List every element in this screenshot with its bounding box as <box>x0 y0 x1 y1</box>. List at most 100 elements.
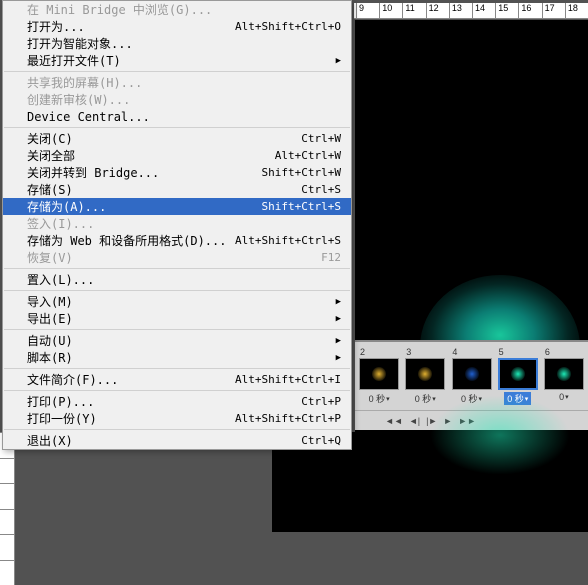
menu-separator <box>4 268 350 269</box>
menu-item-label: 打印(P)... <box>27 393 94 410</box>
frame-duration[interactable]: 0 秒 <box>369 392 390 405</box>
frame-number: 5 <box>497 347 504 357</box>
menu-item-label: 退出(X) <box>27 432 73 449</box>
menu-item[interactable]: 打印(P)...Ctrl+P <box>3 393 351 410</box>
menu-item-label: 脚本(R) <box>27 349 73 366</box>
frame-preview-dot <box>418 367 432 381</box>
menu-item-label: 创建新审核(W)... <box>27 91 130 108</box>
menu-item[interactable]: 自动(U) ▶ <box>3 332 351 349</box>
menu-item-label: 打印一份(Y) <box>27 410 97 427</box>
ruler-tick: 16 <box>518 3 541 19</box>
menu-shortcut: Alt+Ctrl+W <box>275 149 341 162</box>
menu-item-label: 关闭(C) <box>27 130 73 147</box>
menu-shortcut: Alt+Shift+Ctrl+O <box>235 20 341 33</box>
menu-shortcut: Alt+Shift+Ctrl+P <box>235 412 341 425</box>
menu-separator <box>4 368 350 369</box>
frame-thumbnail <box>359 358 399 390</box>
menu-separator <box>4 390 350 391</box>
menu-item[interactable]: 关闭并转到 Bridge... Shift+Ctrl+W <box>3 164 351 181</box>
ruler-tick <box>0 458 14 484</box>
menu-item[interactable]: 存储(S)Ctrl+S <box>3 181 351 198</box>
menu-item-label: 关闭并转到 Bridge... <box>27 164 159 181</box>
frame-duration[interactable]: 0 秒 <box>415 392 436 405</box>
frame-preview-dot <box>511 367 525 381</box>
menu-shortcut: Alt+Shift+Ctrl+I <box>235 373 341 386</box>
ruler-tick: 12 <box>426 3 449 19</box>
menu-item-label: 共享我的屏幕(H)... <box>27 74 142 91</box>
submenu-arrow-icon: ▶ <box>336 353 341 363</box>
menu-item[interactable]: 打开为智能对象... <box>3 35 351 52</box>
menu-shortcut: Shift+Ctrl+S <box>262 200 341 213</box>
frame-number: 4 <box>450 347 457 357</box>
frame-thumbnail <box>452 358 492 390</box>
menu-separator <box>4 329 350 330</box>
ruler-tick <box>0 483 14 509</box>
submenu-arrow-icon: ▶ <box>336 56 341 66</box>
menu-item[interactable]: 关闭全部Alt+Ctrl+W <box>3 147 351 164</box>
menu-separator <box>4 429 350 430</box>
menu-separator <box>4 127 350 128</box>
menu-item-label: 签入(I)... <box>27 215 94 232</box>
ruler-tick <box>0 534 14 560</box>
menu-item-label: 文件简介(F)... <box>27 371 118 388</box>
menu-item[interactable]: 打开为... Alt+Shift+Ctrl+O <box>3 18 351 35</box>
menu-shortcut: Alt+Shift+Ctrl+S <box>235 234 341 247</box>
menu-item[interactable]: 存储为(A)... Shift+Ctrl+S <box>3 198 351 215</box>
menu-separator <box>4 71 350 72</box>
menu-item-label: 自动(U) <box>27 332 73 349</box>
frame-thumbnail <box>498 358 538 390</box>
frame-duration[interactable]: 0 <box>559 392 569 402</box>
workspace: 9101112131415161718 20 秒30 秒40 秒50 秒60 ◄… <box>0 0 588 585</box>
animation-frame[interactable]: 60 <box>543 347 585 402</box>
menu-item-label: 打开为... <box>27 18 85 35</box>
submenu-arrow-icon: ▶ <box>336 297 341 307</box>
submenu-arrow-icon: ▶ <box>336 336 341 346</box>
artwork-glow-lower <box>430 395 570 475</box>
menu-shortcut: Shift+Ctrl+W <box>262 166 341 179</box>
menu-item[interactable]: 置入(L)... <box>3 271 351 288</box>
menu-item[interactable]: Device Central... <box>3 108 351 125</box>
menu-separator <box>4 290 350 291</box>
menu-item: 在 Mini Bridge 中浏览(G)... <box>3 1 351 18</box>
frame-thumbnail <box>544 358 584 390</box>
workspace-grey <box>15 432 271 585</box>
menu-item-label: 在 Mini Bridge 中浏览(G)... <box>27 1 212 18</box>
menu-item[interactable]: 最近打开文件(T)▶ <box>3 52 351 69</box>
ruler-tick: 13 <box>449 3 472 19</box>
frame-number: 6 <box>543 347 550 357</box>
menu-item: 创建新审核(W)... <box>3 91 351 108</box>
menu-item[interactable]: 文件简介(F)... Alt+Shift+Ctrl+I <box>3 371 351 388</box>
menu-item[interactable]: 脚本(R) ▶ <box>3 349 351 366</box>
ruler-tick: 14 <box>472 3 495 19</box>
ruler-tick: 15 <box>495 3 518 19</box>
menu-shortcut: Ctrl+S <box>301 183 341 196</box>
menu-shortcut: Ctrl+Q <box>301 434 341 447</box>
menu-item[interactable]: 关闭(C) Ctrl+W <box>3 130 351 147</box>
menu-item: 共享我的屏幕(H)... <box>3 74 351 91</box>
menu-shortcut: Ctrl+W <box>301 132 341 145</box>
menu-item-label: 恢复(V) <box>27 249 73 266</box>
menu-item-label: 置入(L)... <box>27 271 94 288</box>
menu-item-label: 存储为(A)... <box>27 198 106 215</box>
menu-item[interactable]: 打印一份(Y) Alt+Shift+Ctrl+P <box>3 410 351 427</box>
frame-number: 3 <box>404 347 411 357</box>
menu-item-label: 导入(M) <box>27 293 73 310</box>
ruler-tick: 10 <box>379 3 402 19</box>
ruler-tick <box>0 560 14 585</box>
menu-item: 签入(I)... <box>3 215 351 232</box>
menu-item[interactable]: 导入(M) ▶ <box>3 293 351 310</box>
ruler-tick: 11 <box>402 3 425 19</box>
frame-preview-dot <box>465 367 479 381</box>
file-menu: 在 Mini Bridge 中浏览(G)...打开为... Alt+Shift+C… <box>2 0 352 450</box>
ruler-horizontal: 9101112131415161718 <box>354 3 588 19</box>
menu-item[interactable]: 存储为 Web 和设备所用格式(D)... Alt+Shift+Ctrl+S <box>3 232 351 249</box>
menu-item[interactable]: 导出(E)▶ <box>3 310 351 327</box>
animation-frame[interactable]: 20 秒 <box>358 347 400 405</box>
playback-button[interactable]: ◄| <box>409 416 420 426</box>
menu-item[interactable]: 退出(X) Ctrl+Q <box>3 432 351 449</box>
menu-item-label: 存储为 Web 和设备所用格式(D)... <box>27 232 226 249</box>
frame-preview-dot <box>372 367 386 381</box>
playback-button[interactable]: ◄◄ <box>385 416 403 426</box>
animation-frame[interactable]: 3 0 秒 <box>404 347 446 405</box>
frame-preview-dot <box>557 367 571 381</box>
